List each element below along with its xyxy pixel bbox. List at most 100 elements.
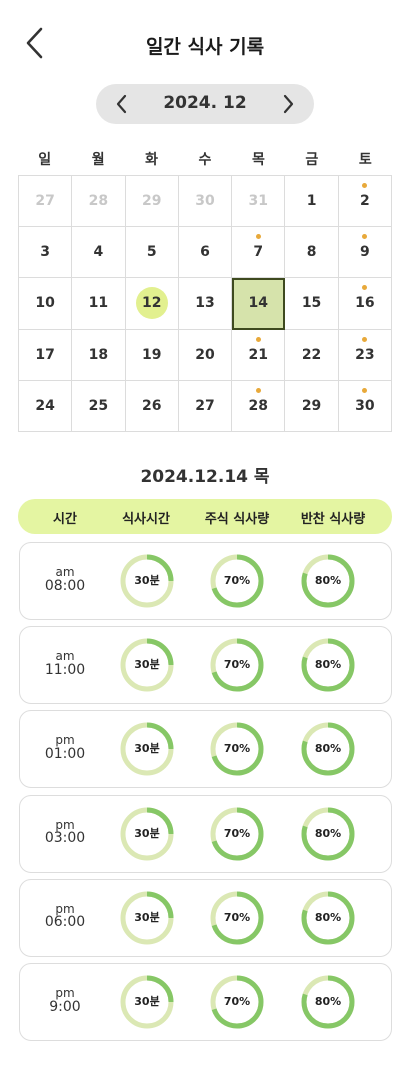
day-number: 3	[40, 244, 51, 261]
main-intake-ring: 70%	[209, 637, 265, 693]
calendar-day[interactable]: 18	[72, 329, 126, 381]
side-intake-ring-label: 80%	[314, 742, 342, 756]
meal-record-dot-icon	[362, 183, 368, 188]
calendar-day[interactable]: 17	[19, 329, 73, 381]
calendar-day[interactable]: 26	[125, 380, 179, 432]
calendar-day[interactable]: 7	[232, 227, 286, 279]
meal-record-row[interactable]: am 11:00 30분 70% 80%	[19, 626, 392, 705]
side-intake-ring-label: 80%	[314, 658, 342, 672]
calendar-day[interactable]: 20	[178, 329, 233, 381]
calendar-day[interactable]: 21	[232, 329, 286, 381]
day-number: 23	[355, 346, 375, 363]
meal-record-row[interactable]: pm 06:00 30분 70% 80%	[19, 878, 392, 957]
meal-time: pm 03:00	[30, 818, 100, 847]
calendar-day[interactable]: 2	[338, 176, 392, 228]
calendar-day[interactable]: 29	[285, 380, 339, 432]
day-number: 13	[195, 295, 215, 312]
calendar-day[interactable]: 23	[338, 329, 392, 381]
main-intake-ring: 70%	[209, 553, 265, 609]
main-intake-ring-label: 70%	[223, 742, 251, 756]
meal-time-ampm: am	[55, 565, 75, 579]
meal-record-row[interactable]: pm 9:00 30분 70% 80%	[19, 963, 392, 1041]
meal-time-clock: 08:00	[44, 577, 86, 594]
calendar-day[interactable]: 15	[285, 278, 339, 330]
calendar-day[interactable]: 29	[125, 176, 179, 228]
weekday-label: 목	[251, 152, 265, 168]
meal-duration-ring: 30분	[119, 637, 175, 693]
column-header-main-intake: 주식 식사량	[204, 512, 270, 527]
day-number: 29	[141, 193, 162, 210]
meal-duration-ring: 30분	[119, 806, 175, 862]
day-number: 26	[141, 397, 162, 414]
meal-duration-ring: 30분	[119, 553, 175, 609]
calendar-day[interactable]: 5	[125, 227, 179, 279]
side-intake-ring-label: 80%	[314, 910, 342, 924]
calendar-day-selected[interactable]: 14	[232, 278, 286, 330]
calendar-day[interactable]: 13	[178, 278, 233, 330]
chevron-right-icon	[283, 94, 294, 114]
calendar-day-today[interactable]: 12	[125, 278, 179, 330]
day-number: 24	[35, 397, 55, 414]
main-intake-ring-label: 70%	[223, 826, 251, 840]
calendar-day[interactable]: 27	[19, 176, 73, 228]
meal-duration-ring-label: 30분	[134, 574, 160, 587]
meal-time-clock: 11:00	[44, 661, 86, 678]
meal-duration-ring-label: 30분	[134, 826, 160, 840]
meal-duration-ring: 30분	[119, 890, 175, 946]
day-number: 16	[355, 295, 375, 312]
calendar-day[interactable]: 16	[338, 278, 392, 330]
meal-record-row[interactable]: pm 01:00 30분 70% 80%	[19, 710, 392, 789]
meal-table-header: 시간 식사시간 주식 식사량 반찬 식사량	[18, 499, 392, 534]
calendar-day[interactable]: 30	[178, 176, 233, 228]
day-number: 9	[359, 244, 370, 261]
main-intake-ring: 70%	[209, 806, 265, 862]
calendar-day[interactable]: 24	[19, 380, 73, 432]
weekday-label: 수	[198, 152, 212, 168]
main-intake-ring-label: 70%	[223, 658, 251, 672]
meal-record-dot-icon	[255, 387, 261, 393]
calendar-day[interactable]: 6	[178, 227, 233, 279]
calendar-day[interactable]: 30	[338, 380, 392, 432]
main-intake-ring-label: 70%	[223, 574, 251, 587]
meal-time-clock: 03:00	[44, 830, 86, 847]
calendar-day[interactable]: 11	[72, 278, 126, 330]
selected-date-heading: 2024.12.14 목	[140, 467, 270, 487]
meal-record-dot-icon	[255, 234, 261, 240]
calendar-day[interactable]: 9	[338, 227, 392, 279]
weekday-label: 일	[38, 152, 52, 168]
weekday-label: 월	[91, 152, 105, 168]
day-number: 11	[88, 295, 109, 312]
day-number: 17	[35, 346, 55, 363]
weekday-header: 일월화수목금토	[18, 149, 392, 169]
calendar-day[interactable]: 27	[178, 380, 233, 432]
calendar-day[interactable]: 31	[232, 176, 286, 228]
calendar-day[interactable]: 1	[285, 176, 339, 228]
side-intake-ring: 80%	[300, 806, 356, 862]
column-header-side-intake: 반찬 식사량	[300, 512, 366, 527]
calendar-day[interactable]: 8	[285, 227, 339, 279]
day-number: 28	[88, 193, 109, 210]
weekday-label: 토	[358, 152, 372, 168]
meal-record-dot-icon	[362, 234, 368, 240]
calendar-day[interactable]: 22	[285, 329, 339, 381]
calendar-day[interactable]: 4	[72, 227, 126, 279]
day-number: 18	[88, 346, 109, 363]
day-number: 7	[253, 244, 264, 261]
meal-record-row[interactable]: pm 03:00 30분 70% 80%	[19, 794, 392, 873]
calendar-day[interactable]: 10	[19, 278, 73, 330]
main-intake-ring-label: 70%	[223, 910, 251, 924]
calendar-day[interactable]: 25	[72, 380, 126, 432]
app-header: 일간 식사 기록	[0, 0, 410, 88]
day-number: 30	[355, 397, 375, 414]
day-number: 27	[35, 193, 55, 210]
calendar-day[interactable]: 28	[232, 380, 286, 432]
calendar-day[interactable]: 28	[72, 176, 126, 228]
day-number: 25	[88, 397, 109, 414]
meal-record-row[interactable]: am 08:00 30분 70% 80%	[19, 542, 392, 620]
calendar-day[interactable]: 19	[125, 329, 179, 381]
meal-duration-ring-label: 30분	[134, 995, 160, 1008]
next-month-button[interactable]	[278, 93, 298, 115]
day-number: 28	[248, 397, 269, 414]
side-intake-ring: 80%	[300, 890, 356, 946]
calendar-day[interactable]: 3	[19, 227, 73, 279]
